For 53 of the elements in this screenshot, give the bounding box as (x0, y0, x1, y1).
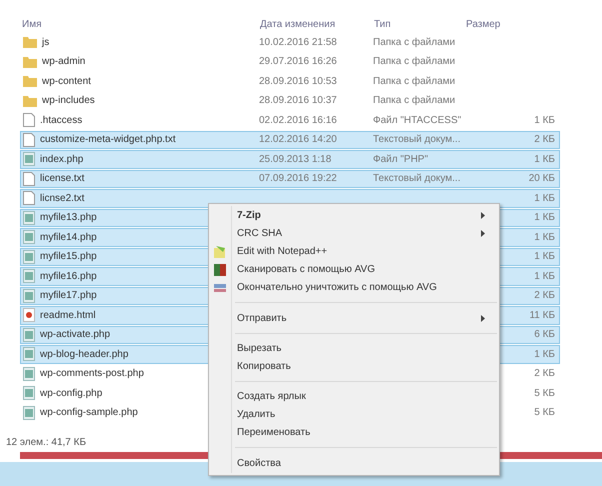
size-cell: 1 КБ (534, 232, 555, 243)
date-cell-text: 25.09.2013 1:18 (259, 154, 332, 165)
type-cell-text: Файл "HTACCESS" (373, 114, 462, 126)
size-cell: 1 КБ (534, 154, 555, 165)
file-name: wp-blog-header.php (40, 348, 128, 360)
size-cell: 1 КБ (534, 270, 555, 282)
status-bar-text: 12 элем.: 41,7 КБ (6, 437, 86, 448)
size-cell: 1 КБ (534, 251, 555, 262)
file-name: wp-content (42, 76, 91, 87)
file-name: myfile13.php (40, 212, 97, 224)
size-cell: 1 КБ (534, 114, 555, 126)
date-cell-text: 12.02.2016 14:20 (259, 134, 338, 146)
size-cell: 6 КБ (534, 329, 555, 340)
type-cell-text: Текстовый докум... (373, 173, 462, 184)
file-name: myfile14.php (40, 232, 97, 243)
file-name: wp-config.php (40, 388, 102, 399)
size-cell: 5 КБ (534, 407, 555, 418)
type-cell-text: Файл "PHP" (373, 154, 430, 165)
size-cell: 2 КБ (534, 134, 555, 146)
file-name: wp-admin (42, 56, 86, 68)
size-cell: 2 КБ (534, 290, 555, 302)
size-cell: 2 КБ (534, 368, 555, 380)
date-cell-text: 29.07.2016 16:26 (259, 56, 338, 68)
type-cell-text: Папка с файлами (373, 76, 456, 87)
file-name: js (42, 36, 50, 48)
date-cell-text: 28.09.2016 10:53 (259, 76, 338, 87)
file-name: readme.html (40, 310, 96, 321)
date-cell-text: 10.02.2016 21:58 (259, 36, 338, 48)
file-name: myfile17.php (40, 290, 97, 302)
type-cell-text: Текстовый докум... (373, 134, 462, 146)
file-name: index.php (40, 154, 84, 165)
date-cell-text: 02.02.2016 16:16 (259, 114, 338, 126)
file-name: licnse2.txt (40, 192, 84, 204)
file-name: license.txt (40, 173, 84, 184)
file-name: .htaccess (40, 114, 82, 126)
type-cell-text: Папка с файлами (373, 95, 456, 106)
type-cell-text: Папка с файлами (373, 36, 456, 48)
size-cell: 5 КБ (534, 388, 555, 399)
size-cell: 1 КБ (534, 192, 555, 204)
file-name: wp-activate.php (40, 329, 110, 340)
date-cell-text: 28.09.2016 10:37 (259, 95, 338, 106)
size-cell: 11 КБ (529, 310, 555, 321)
date-cell-text: 07.09.2016 19:22 (259, 173, 338, 184)
file-name: wp-comments-post.php (40, 368, 144, 380)
type-cell-text: Папка с файлами (373, 56, 456, 68)
size-cell: 1 КБ (534, 212, 555, 224)
file-name: myfile15.php (40, 251, 97, 262)
file-name: wp-config-sample.php (40, 407, 138, 418)
file-name: wp-includes (42, 95, 95, 106)
file-name: customize-meta-widget.php.txt (40, 134, 176, 146)
size-cell: 20 КБ (528, 173, 555, 184)
size-cell: 1 КБ (534, 348, 555, 360)
file-name: myfile16.php (40, 270, 97, 282)
